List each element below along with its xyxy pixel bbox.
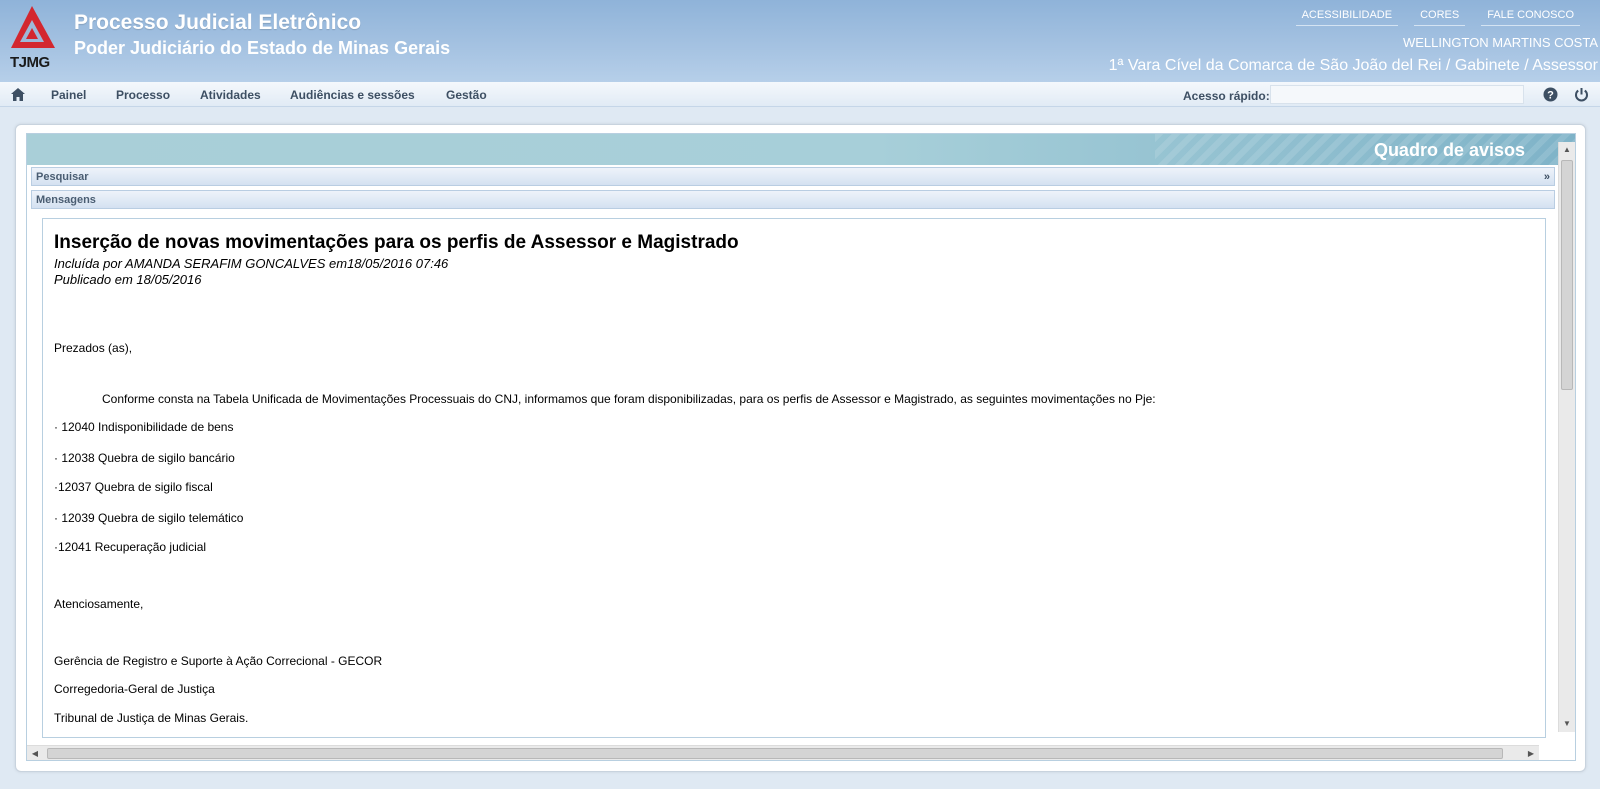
user-location: 1ª Vara Cível da Comarca de São João del… [1108,57,1598,74]
accessibility-link[interactable]: ACESSIBILIDADE [1295,9,1399,26]
notice-board: Quadro de avisos Pesquisar » Mensagens I… [26,133,1576,761]
help-icon[interactable]: ? [1543,87,1558,102]
search-section-label: Pesquisar [36,171,89,183]
list-item: ·12037 Quebra de sigilo fiscal [54,480,213,494]
user-name: WELLINGTON MARTINS COSTA [1402,35,1598,50]
horizontal-scroll-thumb[interactable] [47,748,1503,759]
signature-line: Tribunal de Justiça de Minas Gerais. [54,711,249,725]
message-published-date: Publicado em 18/05/2016 [54,272,202,287]
scroll-right-icon[interactable]: ▶ [1523,746,1539,760]
scroll-left-icon[interactable]: ◀ [27,746,43,760]
top-links: ACESSIBILIDADE CORES FALE CONOSCO [1295,9,1580,26]
list-item: · 12040 Indisponibilidade de bens [54,420,234,434]
menu-item-audiencias[interactable]: Audiências e sessões [290,88,415,102]
list-item: · 12038 Quebra de sigilo bancário [54,451,235,465]
svg-text:?: ? [1547,90,1554,102]
messages-section-label: Mensagens [36,194,96,206]
main-menu: Painel Processo Atividades Audiências e … [0,82,1600,107]
notice-board-banner: Quadro de avisos [27,134,1575,165]
list-item: · 12039 Quebra de sigilo telemático [54,511,244,525]
app-subtitle: Poder Judiciário do Estado de Minas Gera… [74,38,451,58]
message-author: Incluída por AMANDA SERAFIM GONCALVES em… [54,256,449,271]
app-title: Processo Judicial Eletrônico [74,11,362,34]
signature-line: Gerência de Registro e Suporte à Ação Co… [54,654,383,668]
message-intro: Conforme consta na Tabela Unificada de M… [102,392,1156,406]
message-closing: Atenciosamente, [54,597,144,611]
menu-item-gestao[interactable]: Gestão [446,88,487,102]
contact-link[interactable]: FALE CONOSCO [1481,9,1580,26]
quick-access-label: Acesso rápido: [1183,89,1270,103]
messages-section-header: Mensagens [31,190,1555,209]
message-content: Inserção de novas movimentações para os … [42,218,1546,738]
colors-link[interactable]: CORES [1414,9,1466,26]
scroll-down-icon[interactable]: ▼ [1559,716,1575,732]
menu-item-painel[interactable]: Painel [51,88,86,102]
power-icon[interactable] [1574,87,1589,102]
message-greeting: Prezados (as), [54,341,133,355]
main-panel: Quadro de avisos Pesquisar » Mensagens I… [15,124,1586,772]
logo-text: TJMG [10,54,50,71]
notice-board-title: Quadro de avisos [1373,140,1525,160]
quick-access-input[interactable] [1270,85,1524,104]
message-title: Inserção de novas movimentações para os … [54,232,739,253]
home-icon[interactable] [11,88,25,101]
menu-item-processo[interactable]: Processo [116,88,170,102]
list-item: ·12041 Recuperação judicial [54,540,207,554]
expand-icon[interactable]: » [1544,171,1550,183]
app-header: TJMG Processo Judicial Eletrônico Poder … [0,0,1600,82]
scroll-up-icon[interactable]: ▲ [1559,142,1575,158]
vertical-scrollbar[interactable]: ▲ ▼ [1558,142,1575,732]
search-section-toggle[interactable]: Pesquisar » [31,167,1555,186]
menu-item-atividades[interactable]: Atividades [200,88,261,102]
vertical-scroll-thumb[interactable] [1561,160,1573,390]
horizontal-scrollbar[interactable]: ◀ ▶ [27,745,1539,760]
signature-line: Corregedoria-Geral de Justiça [54,682,215,696]
